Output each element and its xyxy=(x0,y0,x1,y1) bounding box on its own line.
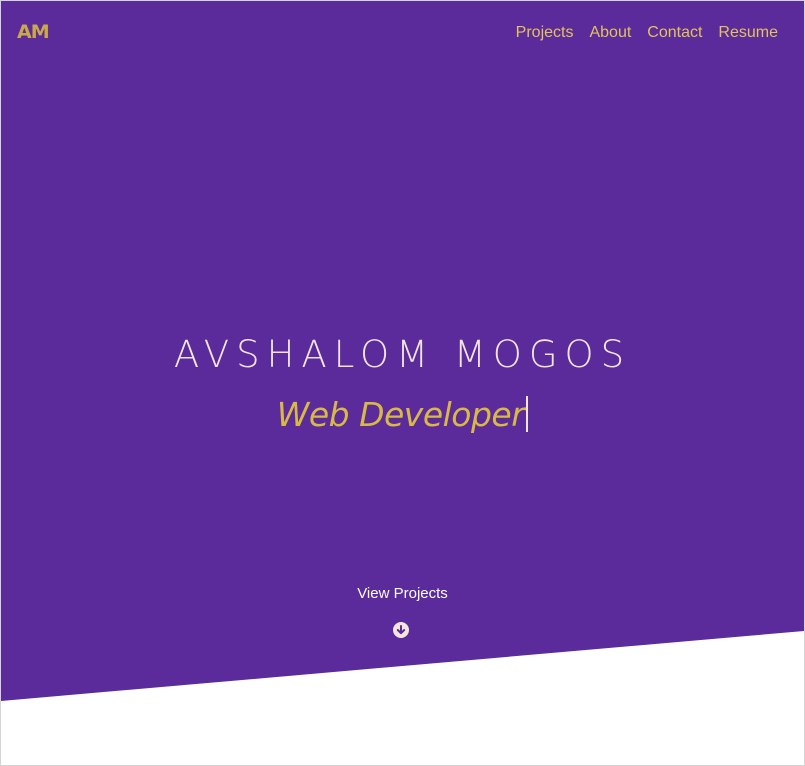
nav-link-about[interactable]: About xyxy=(589,23,631,43)
hero-name: AVSHALOM MOGOS xyxy=(173,333,632,376)
nav-link-contact[interactable]: Contact xyxy=(647,23,702,43)
hero-role-text: Web Developer xyxy=(276,395,525,434)
typing-cursor xyxy=(526,396,529,432)
hero-role: Web Developer xyxy=(1,393,804,437)
browser-viewport: AM Projects About Contact Resume AVSHALO… xyxy=(0,0,805,766)
arrow-down-circle-icon[interactable] xyxy=(393,622,409,638)
view-projects-link[interactable]: View Projects xyxy=(1,585,804,603)
nav-link-resume[interactable]: Resume xyxy=(718,23,778,43)
nav-link-projects[interactable]: Projects xyxy=(516,23,574,43)
logo[interactable]: AM xyxy=(17,21,50,43)
top-nav: Projects About Contact Resume xyxy=(500,23,778,43)
